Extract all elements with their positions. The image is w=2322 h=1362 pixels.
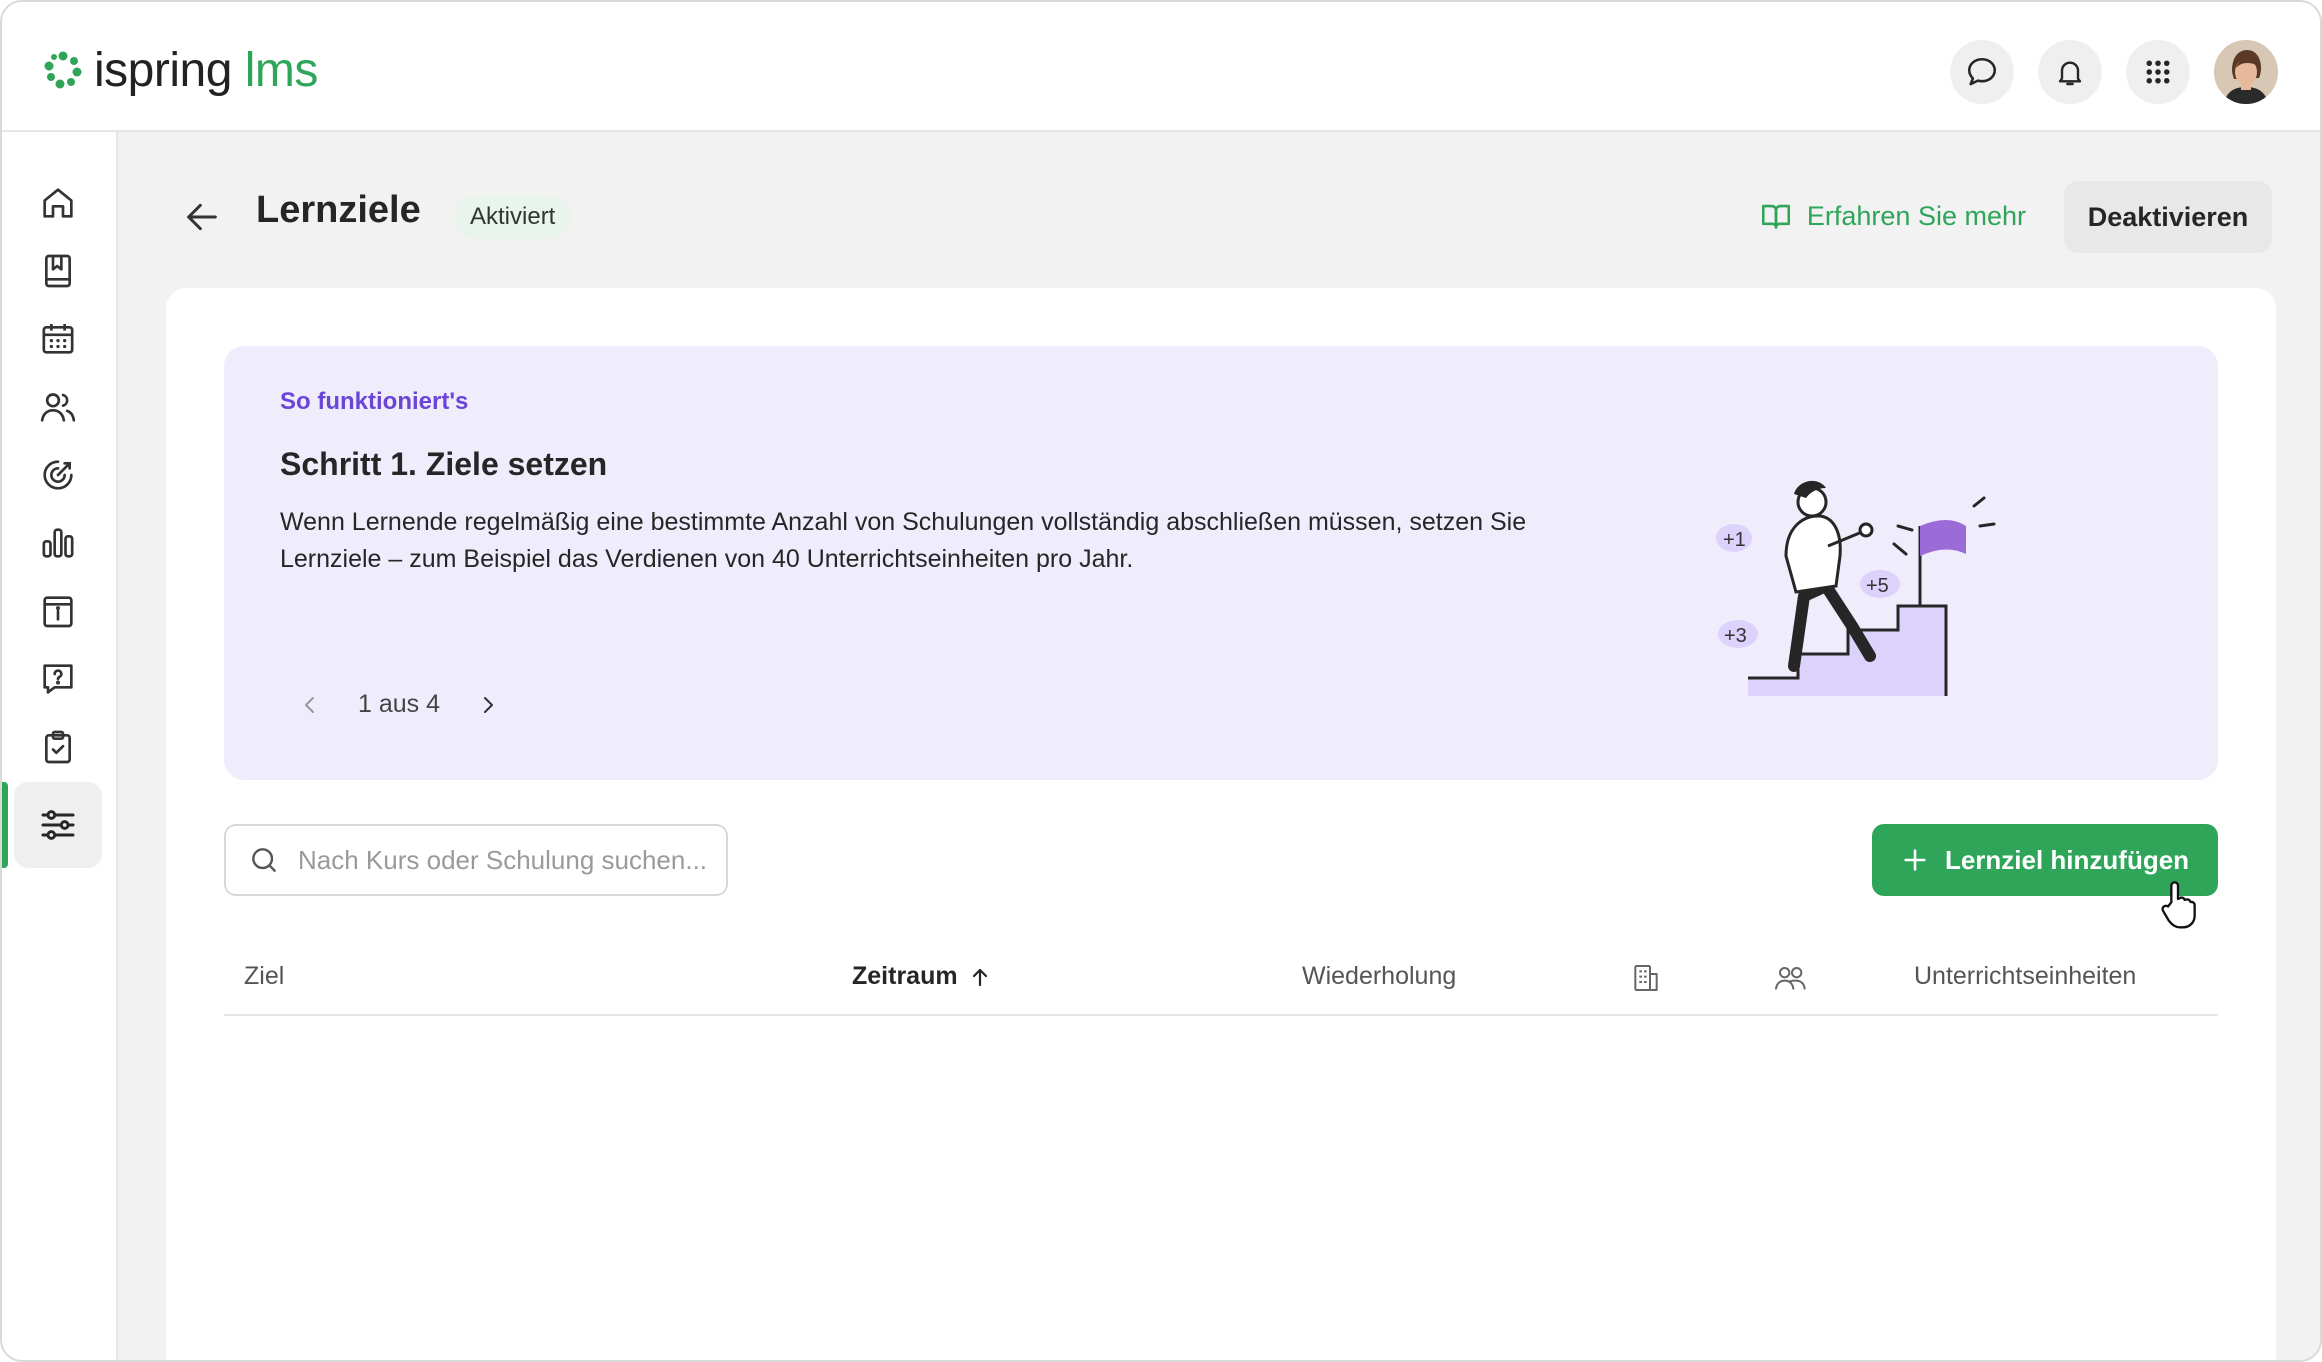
notifications-button[interactable] <box>2038 40 2102 104</box>
clipboard-check-icon <box>45 730 71 764</box>
logo[interactable]: ispring lms <box>42 42 318 98</box>
badge-plus-1: +1 <box>1723 529 1746 551</box>
back-arrow-icon[interactable] <box>182 197 222 237</box>
logo-mark-icon <box>44 51 82 89</box>
how-it-works-panel: So funktioniert's Schritt 1. Ziele setze… <box>224 346 2218 780</box>
bell-icon <box>2058 61 2082 86</box>
info-pager: 1 aus 4 <box>296 690 502 719</box>
apps-button[interactable] <box>2126 40 2190 104</box>
column-ziel[interactable]: Ziel <box>244 962 284 991</box>
search-icon <box>252 848 276 872</box>
sidebar <box>2 132 118 1360</box>
column-unterrichtseinheiten[interactable]: Unterrichtseinheiten <box>1914 962 2136 991</box>
page-title: Lernziele <box>256 189 421 231</box>
status-badge: Aktiviert <box>454 195 572 239</box>
column-departments[interactable] <box>1630 962 1662 994</box>
chart-icon <box>42 528 74 558</box>
apps-grid-icon <box>2146 60 2170 84</box>
search-field[interactable] <box>224 824 728 896</box>
info-board-icon <box>43 596 73 628</box>
table-header: Ziel Zeitraum Wiederholung Unterrichtsei… <box>224 938 2218 1016</box>
info-eyebrow: So funktioniert's <box>280 388 469 415</box>
help-icon <box>43 664 73 694</box>
calendar-icon <box>42 324 74 354</box>
open-book-icon <box>1761 204 1790 229</box>
search-input[interactable] <box>298 844 718 876</box>
sidebar-item-settings[interactable] <box>2 782 102 868</box>
info-heading: Schritt 1. Ziele setzen <box>280 446 608 482</box>
hand-cursor-icon <box>2161 881 2196 929</box>
column-wiederholung[interactable]: Wiederholung <box>1302 962 1456 991</box>
info-text: Wenn Lernende regelmäßig eine bestimmte … <box>280 508 1527 573</box>
avatar-portrait-icon <box>2214 40 2278 104</box>
badge-plus-3: +3 <box>1724 625 1747 647</box>
plus-icon <box>1904 849 1926 871</box>
chevron-right-icon <box>484 696 494 713</box>
page-header: Lernziele Aktiviert Erfahren Sie mehr De… <box>182 177 2272 257</box>
target-icon <box>43 460 73 490</box>
goal-stairs-illustration: +1 +5 +3 <box>1716 480 1996 696</box>
top-bar: ispring lms <box>2 2 2320 132</box>
column-zeitraum[interactable]: Zeitraum <box>852 962 992 991</box>
building-icon <box>1634 965 1658 991</box>
user-avatar[interactable] <box>2214 40 2278 104</box>
pager-prev-button[interactable] <box>296 691 324 719</box>
main-card: So funktioniert's Schritt 1. Ziele setze… <box>166 288 2276 1360</box>
pager-label: 1 aus 4 <box>358 690 441 718</box>
chat-icon <box>1967 57 1997 86</box>
column-groups[interactable] <box>1772 962 1808 994</box>
sort-ascending-icon <box>972 968 987 986</box>
deactivate-button[interactable]: Deaktivieren <box>2064 181 2272 253</box>
users-icon <box>40 393 76 422</box>
top-actions <box>1950 40 2278 104</box>
settings-sliders-icon <box>41 810 75 840</box>
logo-text: ispring lms <box>94 43 318 97</box>
group-icon <box>1775 967 1806 990</box>
home-icon <box>43 188 73 218</box>
book-icon <box>45 254 71 288</box>
pager-next-button[interactable] <box>474 691 502 719</box>
chat-button[interactable] <box>1950 40 2014 104</box>
learn-more-label: Erfahren Sie mehr <box>1806 200 2026 231</box>
chevron-left-icon <box>305 696 314 713</box>
app-window: ispring lms Lernziele Aktiviert Erfahren… <box>0 0 2322 1362</box>
learn-more-link[interactable]: Erfahren Sie mehr <box>1759 199 2026 233</box>
badge-plus-5: +5 <box>1866 575 1889 597</box>
add-button-label: Lernziel hinzufügen <box>1944 844 2190 875</box>
